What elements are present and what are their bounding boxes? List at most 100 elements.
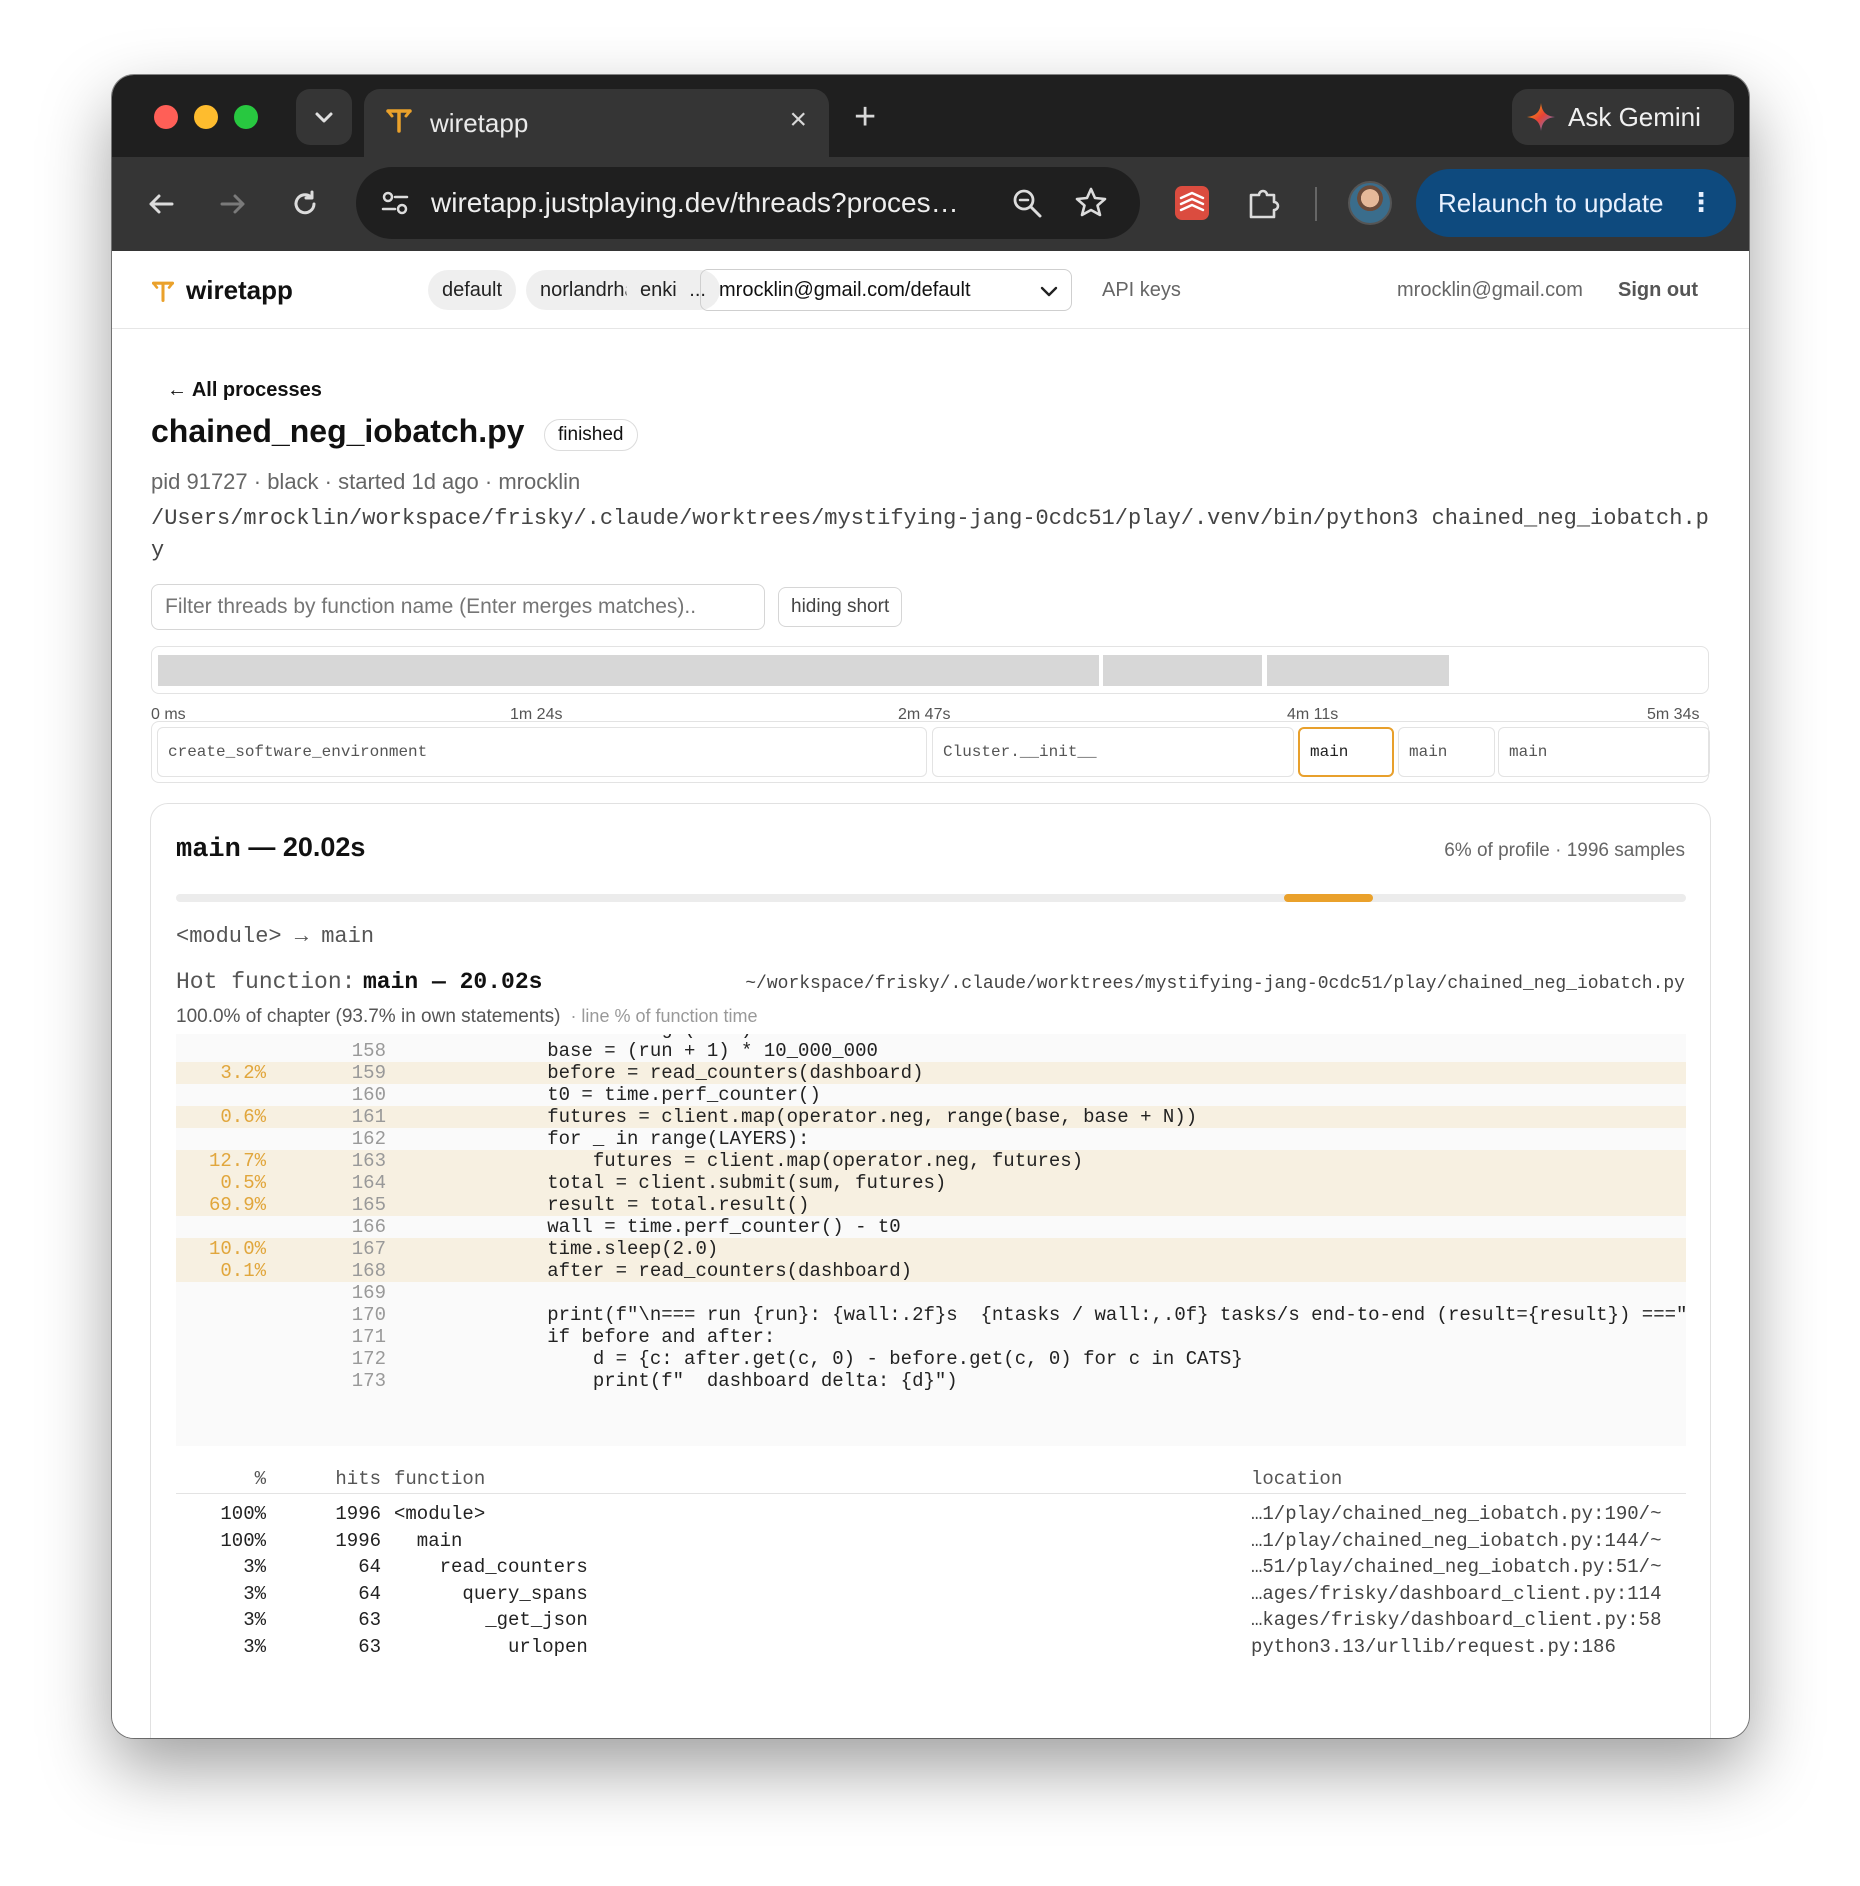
timeline-segment[interactable] [1103,655,1262,686]
code-line[interactable]: 0.1% 168 after = read_counters(dashboard) [176,1260,1686,1282]
thread-filter-input[interactable] [151,584,765,630]
context-select-value: mrocklin@gmail.com/default [719,279,971,301]
thread-chip-active[interactable]: main [1298,727,1394,777]
address-bar[interactable]: wiretapp.justplaying.dev/threads?proces… [356,167,1140,239]
star-icon[interactable] [1072,184,1110,222]
timeline-segment[interactable] [1267,655,1449,686]
api-keys-link[interactable]: API keys [1102,279,1181,302]
code-line[interactable]: 69.9% 165 result = total.result() [176,1194,1686,1216]
line-pct: 0.1% [220,1260,266,1282]
line-number: 158 [351,1040,386,1062]
hiding-short-toggle[interactable]: hiding short [778,587,903,627]
code-line[interactable]: 169 [176,1282,1686,1304]
line-number: 161 [351,1106,386,1128]
all-processes-link[interactable]: ← All processes [167,379,322,402]
line-source: wall = time.perf_counter() - t0 [456,1216,901,1238]
url-text[interactable]: wiretapp.justplaying.dev/threads?proces… [431,187,1001,219]
code-line[interactable]: 12.7% 163 futures = client.map(operator.n… [176,1150,1686,1172]
line-source: futures = client.map(operator.neg, futur… [456,1150,1084,1172]
timeline-segment[interactable] [158,655,1099,686]
minimize-window-button[interactable] [194,105,218,129]
close-icon[interactable]: × [789,103,807,137]
thread-chip[interactable]: main [1498,727,1710,777]
code-line[interactable]: 162 for _ in range(LAYERS): [176,1128,1686,1150]
reload-button[interactable] [286,185,324,223]
table-row[interactable]: 3% 63 urlopen python3.13/urllib/request.py… [176,1631,1686,1663]
active-tab[interactable]: wiretapp × [364,89,829,157]
sign-out-button[interactable]: Sign out [1618,279,1698,302]
chapter-title: main — 20.02s [176,832,365,865]
maximize-window-button[interactable] [234,105,258,129]
line-number: 173 [351,1370,386,1392]
line-number: 159 [351,1062,386,1084]
page-content: wiretapp default norlandrhagen@... enki … [112,251,1749,1738]
context-select[interactable]: mrocklin@gmail.com/default [700,269,1072,311]
brand-name: wiretapp [186,275,293,305]
namespace-pill-enki[interactable]: enki [626,270,691,310]
code-line[interactable]: 3.2% 159 before = read_counters(dashboard… [176,1062,1686,1084]
toolbar-divider [1315,187,1317,221]
code-line[interactable]: 10.0% 167 time.sleep(2.0) [176,1238,1686,1260]
chapter-stats: 6% of profile · 1996 samples [1444,840,1685,861]
source-code-view[interactable]: 157 for run in range(RUNS):158 base = (r… [176,1034,1686,1446]
line-number: 166 [351,1216,386,1238]
line-number: 163 [351,1150,386,1172]
chapter-progress [176,894,1686,902]
line-source: after = read_counters(dashboard) [456,1260,913,1282]
cell-pct: 3% [243,1636,266,1658]
code-line[interactable]: 0.5% 164 total = client.submit(sum, futur… [176,1172,1686,1194]
code-line[interactable]: 172 d = {c: after.get(c, 0) - before.get… [176,1348,1686,1370]
back-arrow-icon [149,194,174,214]
zoom-icon[interactable] [1008,184,1046,222]
back-button[interactable] [142,185,180,223]
brand[interactable]: wiretapp [150,275,293,306]
puzzle-icon[interactable] [1244,183,1284,223]
line-number: 164 [351,1172,386,1194]
chapter-panel: main — 20.02s 6% of profile · 1996 sampl… [150,803,1711,1738]
namespace-pill-default[interactable]: default [428,270,517,310]
hot-function-label: Hot function: [176,969,356,995]
page-title: chained_neg_iobatch.py [151,413,525,449]
code-line[interactable]: 166 wall = time.perf_counter() - t0 [176,1216,1686,1238]
tab-search-button[interactable] [296,89,352,145]
relaunch-button[interactable]: Relaunch to update ⋮ [1416,169,1736,237]
thread-chip[interactable]: create_software_environment [157,727,927,777]
relaunch-label: Relaunch to update [1438,187,1664,218]
user-email: mrocklin@gmail.com [1397,279,1583,301]
thread-timeline [151,646,1709,694]
avatar[interactable] [1348,181,1392,225]
site-settings-icon[interactable] [376,184,414,222]
close-window-button[interactable] [154,105,178,129]
code-line[interactable]: 171 if before and after: [176,1326,1686,1348]
code-line[interactable]: 160 t0 = time.perf_counter() [176,1084,1686,1106]
code-line[interactable]: 170 print(f"\n=== run {run}: {wall:.2f}s… [176,1304,1686,1326]
line-number: 170 [351,1304,386,1326]
process-meta: pid 91727 · black · started 1d ago · mro… [151,469,581,494]
line-number: 172 [351,1348,386,1370]
code-line[interactable]: 173 print(f" dashboard delta: {d}") [176,1370,1686,1392]
chapter-progress-fill [1284,894,1374,902]
todoist-icon[interactable] [1172,183,1212,223]
kebab-icon[interactable]: ⋮ [1688,187,1714,217]
line-source: print(f" dashboard delta: {d}") [456,1370,958,1392]
thread-chip[interactable]: main [1398,727,1495,777]
namespace-pill-user[interactable]: norlandrhagen@... [526,270,720,310]
ask-gemini-button[interactable]: Ask Gemini [1512,89,1734,145]
line-source: total = client.submit(sum, futures) [456,1172,947,1194]
line-source: result = total.result() [456,1194,810,1216]
code-line[interactable]: 158 base = (run + 1) * 10_000_000 [176,1040,1686,1062]
process-command: /Users/mrocklin/workspace/frisky/.claude… [151,506,1709,563]
plus-icon[interactable]: + [854,97,876,137]
line-source: d = {c: after.get(c, 0) - before.get(c, … [456,1348,1243,1370]
browser-toolbar: wiretapp.justplaying.dev/threads?proces…… [112,157,1749,251]
chapter-duration: — 20.02s [248,832,366,862]
line-number: 165 [351,1194,386,1216]
thread-chip[interactable]: Cluster.__init__ [932,727,1294,777]
status-badge: finished [544,419,638,451]
line-source: print(f"\n=== run {run}: {wall:.2f}s {nt… [456,1304,1686,1326]
code-line[interactable]: 0.6% 161 futures = client.map(operator.ne… [176,1106,1686,1128]
forward-button[interactable] [214,185,252,223]
wiretapp-logo-icon [151,281,175,302]
line-number: 162 [351,1128,386,1150]
column-header-location: location [1251,1468,1343,1490]
